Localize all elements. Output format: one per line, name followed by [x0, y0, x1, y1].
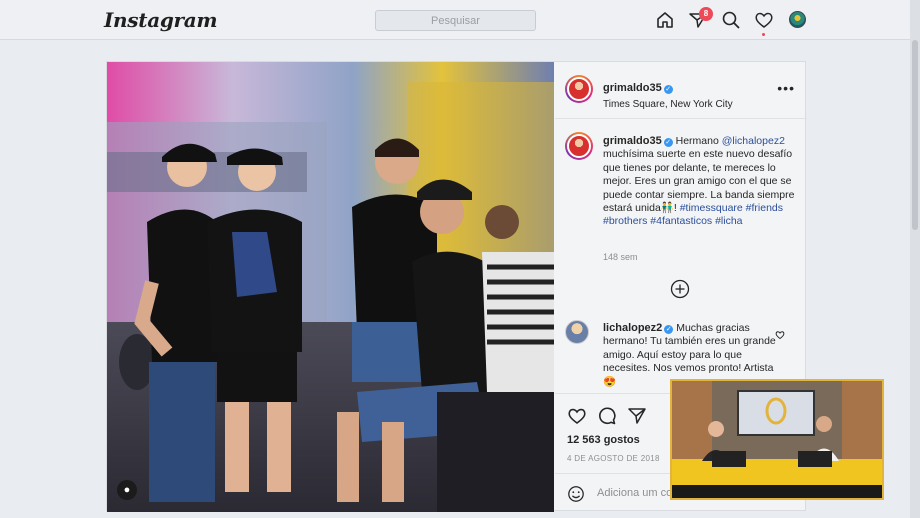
emoji-picker-icon[interactable]: [567, 485, 585, 503]
page-scrollbar[interactable]: [910, 0, 920, 518]
hashtag[interactable]: #licha: [715, 215, 742, 227]
verified-icon: ✓: [663, 85, 673, 94]
comment-bubble-icon[interactable]: [597, 406, 617, 426]
hashtag[interactable]: #brothers: [603, 215, 647, 227]
post-photo[interactable]: ●: [107, 62, 554, 512]
caption-emoji: 👬: [660, 202, 674, 215]
verified-icon: ✓: [664, 325, 674, 334]
explore-icon[interactable]: [721, 10, 741, 30]
share-icon[interactable]: [627, 406, 647, 426]
instagram-logo[interactable]: Instagram: [104, 8, 218, 32]
caption-avatar[interactable]: [565, 132, 593, 160]
top-nav-bar: Instagram Pesquisar 8: [0, 0, 920, 40]
caption-mention[interactable]: @lichalopez2: [722, 135, 785, 147]
hashtag[interactable]: #friends: [746, 202, 783, 214]
post-caption: grimaldo35 ✓ Hermano @lichalopez2 muchísi…: [603, 135, 795, 229]
hashtag[interactable]: #4fantasticos: [650, 215, 712, 227]
activity-dot: [762, 33, 765, 36]
author-info: grimaldo35 ✓ Times Square, New York City: [603, 78, 733, 110]
like-heart-icon[interactable]: [567, 406, 587, 426]
post-location[interactable]: Times Square, New York City: [603, 99, 733, 110]
like-comment-icon[interactable]: [775, 327, 785, 340]
search-input[interactable]: Pesquisar: [375, 10, 536, 31]
caption-text-before: Hermano: [675, 135, 719, 147]
profile-avatar[interactable]: [789, 11, 806, 28]
add-comment-input[interactable]: Adiciona um com: [597, 487, 681, 499]
more-options-icon[interactable]: •••: [777, 80, 795, 96]
caption-time[interactable]: 148 sem: [603, 252, 638, 262]
user-tag-icon[interactable]: ●: [117, 480, 137, 500]
scrollbar-thumb[interactable]: [912, 40, 918, 230]
video-overlay[interactable]: [670, 379, 884, 500]
likes-count[interactable]: 12 563 gostos: [567, 434, 640, 446]
comment-username[interactable]: lichalopez2: [603, 322, 662, 334]
caption-username[interactable]: grimaldo35: [603, 135, 662, 147]
home-icon[interactable]: [655, 10, 675, 30]
comment-emoji: 😍: [603, 375, 617, 388]
activity-heart-icon[interactable]: [754, 10, 774, 30]
verified-icon: ✓: [663, 138, 673, 147]
notification-badge: 8: [699, 7, 713, 21]
post-header: grimaldo35 ✓ Times Square, New York City …: [555, 62, 807, 119]
load-more-comments-icon[interactable]: [670, 279, 690, 299]
hashtag[interactable]: #timessquare: [680, 202, 743, 214]
author-avatar[interactable]: [565, 75, 593, 103]
caption-exclamation: !: [673, 202, 677, 215]
commenter-avatar[interactable]: [565, 320, 589, 344]
post-date: 4 DE AGOSTO DE 2018: [567, 454, 660, 463]
author-username[interactable]: grimaldo35: [603, 82, 662, 94]
